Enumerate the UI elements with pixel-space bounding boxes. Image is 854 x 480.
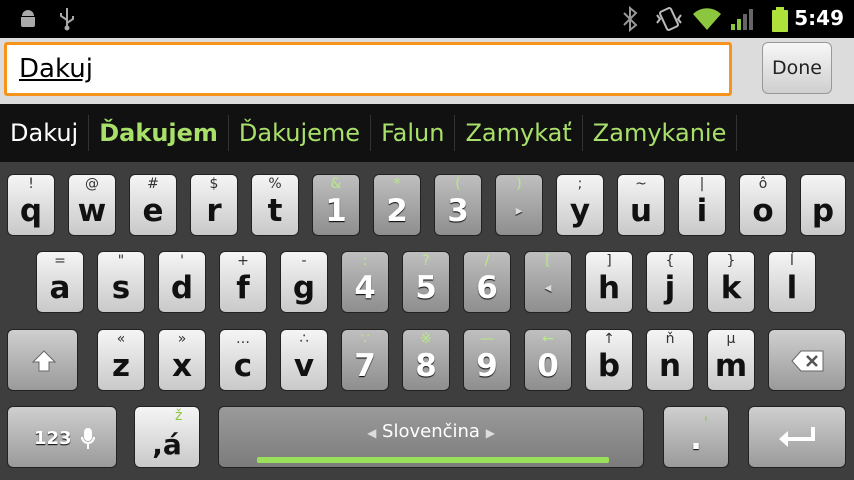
suggestion-item-primary[interactable]: Ďakujem — [89, 115, 229, 151]
key-f[interactable]: + f — [219, 251, 267, 313]
key-q[interactable]: ! q — [7, 174, 55, 236]
bluetooth-icon — [623, 6, 638, 32]
input-bar: Dakuj Done — [0, 38, 854, 104]
key-p[interactable]: p — [800, 174, 846, 236]
backspace-icon — [791, 350, 824, 372]
cursor-left-icon: ◂ — [544, 280, 552, 296]
key-3[interactable]: (3 — [434, 174, 482, 236]
key-4[interactable]: :4 — [341, 251, 389, 313]
key-o[interactable]: ôo — [739, 174, 787, 236]
suggestion-item[interactable]: Zamykanie — [583, 115, 738, 151]
key-x[interactable]: » x — [158, 329, 206, 391]
signal-icon — [731, 9, 753, 30]
soft-keyboard: ! q @ w # e $ r % t & 1 * 2 (3 ) ▸ ; y ~ u | i ôo p… — [0, 162, 854, 480]
backspace-key[interactable] — [768, 329, 846, 391]
done-button[interactable]: Done — [762, 42, 832, 94]
key-l[interactable]: ĺl — [768, 251, 816, 313]
key-1[interactable]: & 1 — [312, 174, 360, 236]
language-prev-icon: ◀ — [367, 426, 377, 440]
key-v[interactable]: ∴ v — [280, 329, 328, 391]
key-a[interactable]: = a — [36, 251, 84, 313]
key-6[interactable]: /6 — [463, 251, 511, 313]
key-u[interactable]: ~ u — [617, 174, 665, 236]
vibrate-icon — [656, 7, 682, 31]
space-indicator — [257, 457, 609, 463]
android-icon — [21, 10, 35, 27]
key-k[interactable]: } k — [707, 251, 755, 313]
key-h[interactable]: ] h — [585, 251, 633, 313]
key-y[interactable]: ; y — [556, 174, 604, 236]
enter-key[interactable] — [748, 406, 846, 468]
status-bar: 5:49 — [0, 0, 854, 38]
period-key[interactable]: ' . — [663, 406, 729, 468]
cursor-right-icon: ▸ — [515, 203, 523, 219]
wifi-icon — [693, 8, 721, 30]
key-7[interactable]: ∵ 7 — [341, 329, 389, 391]
key-w[interactable]: @ w — [68, 174, 116, 236]
shift-key[interactable] — [7, 329, 78, 391]
key-g[interactable]: -g — [280, 251, 328, 313]
key-5[interactable]: ? 5 — [402, 251, 450, 313]
space-language: ◀ Slovenčina ▶ — [219, 421, 643, 442]
key-m[interactable]: μm — [707, 329, 755, 391]
status-time: 5:49 — [794, 6, 844, 30]
key-i[interactable]: | i — [678, 174, 726, 236]
comma-key[interactable]: ž ,á — [134, 406, 200, 468]
suggestion-item[interactable]: Ďakujeme — [229, 115, 372, 151]
key-2[interactable]: * 2 — [373, 174, 421, 236]
key-t[interactable]: % t — [251, 174, 299, 236]
suggestion-item[interactable]: Zamykať — [455, 115, 583, 151]
suggestion-item[interactable]: Falun — [371, 115, 456, 151]
symbols-mode-label: 123 — [34, 428, 72, 449]
text-input[interactable]: Dakuj — [4, 42, 732, 96]
key-9[interactable]: —9 — [463, 329, 511, 391]
space-key[interactable]: ◀ Slovenčina ▶ — [218, 406, 644, 468]
key-r[interactable]: $ r — [190, 174, 238, 236]
battery-icon — [772, 7, 788, 32]
key-n[interactable]: ňn — [646, 329, 694, 391]
key-cursor-right[interactable]: ) ▸ — [495, 174, 543, 236]
microphone-icon — [81, 428, 95, 449]
shift-icon — [31, 350, 57, 372]
key-b[interactable]: ↑ b — [585, 329, 633, 391]
language-next-icon: ▶ — [485, 426, 495, 440]
key-z[interactable]: «z — [97, 329, 145, 391]
suggestion-strip: Dakuj Ďakujem Ďakujeme Falun Zamykať Zam… — [0, 104, 854, 162]
enter-icon — [779, 427, 815, 447]
text-input-value: Dakuj — [19, 54, 93, 84]
key-c[interactable]: … c — [219, 329, 267, 391]
key-8[interactable]: ※ 8 — [402, 329, 450, 391]
key-s[interactable]: " s — [97, 251, 145, 313]
key-0[interactable]: ← 0 — [524, 329, 572, 391]
space-language-label: Slovenčina — [382, 421, 480, 442]
symbols-mode-key[interactable]: 123 — [7, 406, 117, 468]
key-j[interactable]: {j — [646, 251, 694, 313]
key-e[interactable]: # e — [129, 174, 177, 236]
key-cursor-left[interactable]: [◂ — [524, 251, 572, 313]
usb-icon — [60, 8, 74, 31]
suggestion-item[interactable]: Dakuj — [0, 115, 90, 151]
key-d[interactable]: ' d — [158, 251, 206, 313]
